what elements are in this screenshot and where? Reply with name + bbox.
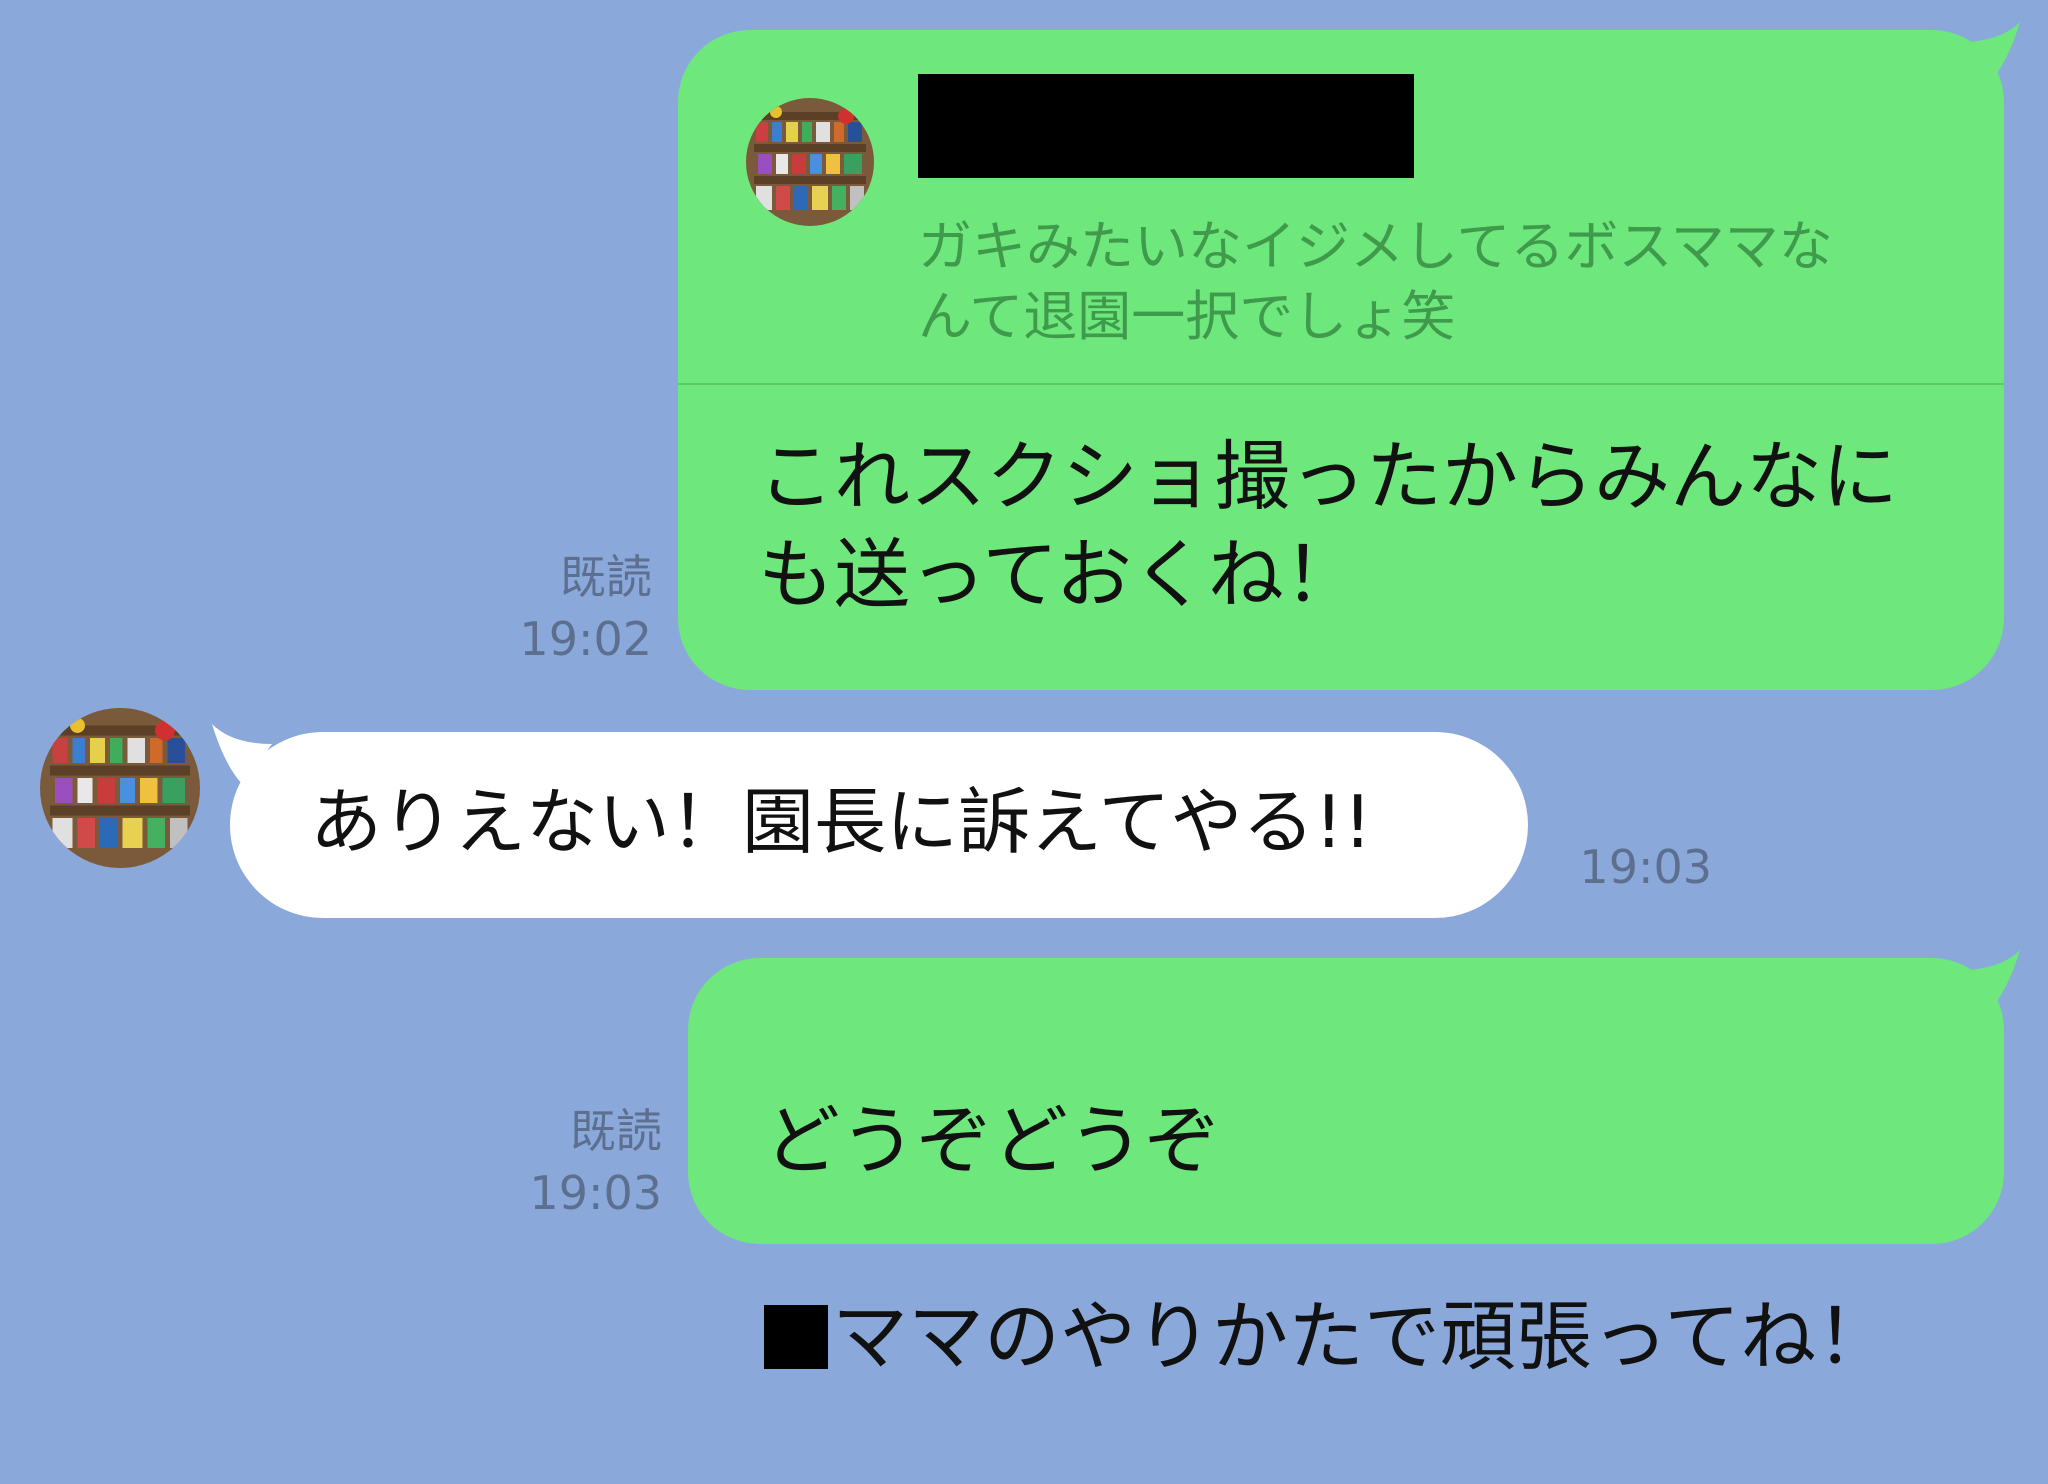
message-line: どうぞどうぞ <box>764 1096 1220 1185</box>
outgoing-message-bubble[interactable]: ガキみたいなイジメしてるボスママな んて退園一択でしょ笑 これスクショ撮ったから… <box>678 30 2004 690</box>
quoted-reply[interactable]: ガキみたいなイジメしてるボスママな んて退園一択でしょ笑 <box>678 30 2004 385</box>
read-receipt: 既読 <box>570 1104 662 1158</box>
message-meta: 19:03 <box>1540 836 1712 898</box>
outgoing-message-bubble[interactable]: どうぞどうぞ ママのやりかたで頑張ってね！ <box>688 958 2004 1381</box>
message-text: ありえない！園長に訴えてやる!! <box>310 780 1373 864</box>
quoted-message-text: ガキみたいなイジメしてるボスママな んて退園一択でしょ笑 <box>918 215 1833 348</box>
avatar-icon <box>746 98 874 226</box>
incoming-message-bubble[interactable]: ありえない！園長に訴えてやる!! <box>230 732 1528 918</box>
redaction-block <box>764 1305 828 1369</box>
timestamp: 19:03 <box>529 1166 662 1220</box>
message-text: どうぞどうぞ ママのやりかたで頑張ってね！ <box>764 994 1984 1484</box>
avatar-icon[interactable] <box>40 708 200 868</box>
redacted-sender-name <box>918 74 1414 178</box>
message-line-text: ママのやりかたで頑張ってね！ <box>832 1292 1893 1381</box>
chat-area: ガキみたいなイジメしてるボスママな んて退園一択でしょ笑 これスクショ撮ったから… <box>0 0 2048 1381</box>
message-text: これスクショ撮ったからみんなに も送っておくね！ <box>758 432 1898 619</box>
message-meta: 既読 19:02 <box>480 546 652 670</box>
timestamp: 19:03 <box>1579 840 1712 894</box>
timestamp: 19:02 <box>519 612 652 666</box>
message-meta: 既読 19:03 <box>490 1100 662 1224</box>
message-line: ママのやりかたで頑張ってね！ <box>764 1288 1984 1386</box>
read-receipt: 既読 <box>560 550 652 604</box>
